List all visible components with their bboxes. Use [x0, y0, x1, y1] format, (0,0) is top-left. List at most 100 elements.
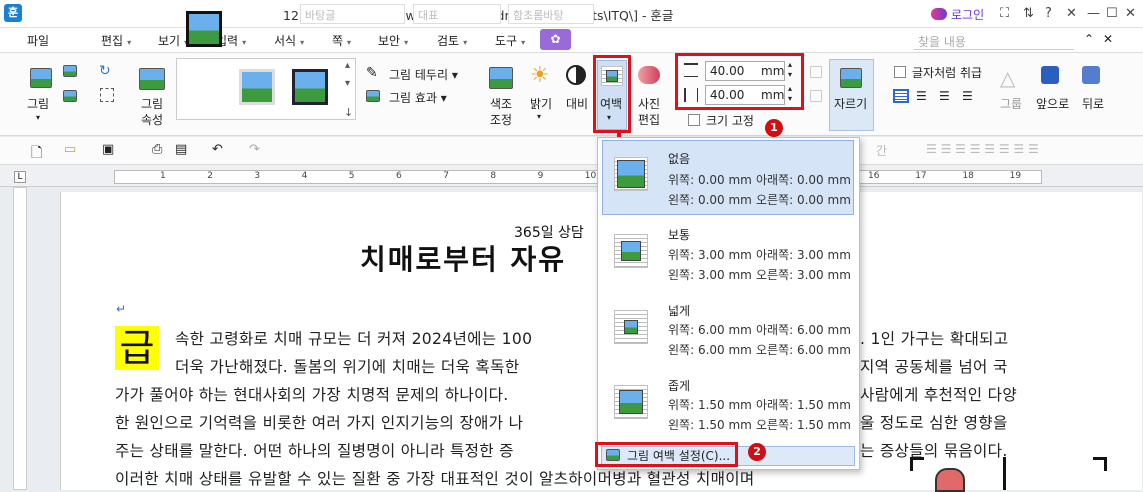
photo-edit-label[interactable]: 사진 편집 — [637, 96, 661, 128]
size-reset-icon[interactable] — [810, 90, 822, 102]
margin-normal-right: 오른쪽: 3.00 mm — [756, 268, 851, 282]
effect-button[interactable]: 그림 효과 ▾ — [389, 89, 447, 106]
bring-front-icon[interactable] — [1041, 66, 1059, 84]
ruler-number: 6 — [396, 171, 402, 181]
brightness-icon[interactable]: ☀ — [530, 63, 550, 88]
inserted-picture[interactable] — [935, 468, 965, 492]
send-back-label[interactable]: 뒤로 — [1082, 96, 1104, 112]
menu-file[interactable]: 파일 — [27, 32, 49, 49]
group-label[interactable]: 그룹 — [1000, 96, 1022, 112]
picture-tab-icon[interactable]: ✿ — [540, 29, 571, 50]
treat-as-char-label: 글자처럼 취급 — [912, 66, 983, 80]
preview-icon[interactable]: ▤ — [175, 142, 187, 157]
menu-security[interactable]: 보안 ▾ — [378, 32, 408, 49]
font-select[interactable]: 함초롬바탕 — [508, 4, 594, 24]
rotate-icon[interactable]: ↻ — [99, 63, 111, 79]
new-doc-icon[interactable]: 🗋 — [31, 142, 42, 166]
print-icon[interactable]: ⎙ — [152, 142, 162, 157]
redo-icon[interactable]: ↷ — [249, 142, 260, 157]
vertical-ruler — [13, 187, 27, 490]
open-folder-icon[interactable]: ▭ — [64, 142, 76, 157]
menu-review[interactable]: 검토 ▾ — [437, 32, 467, 49]
menu-edit[interactable]: 편집 ▾ — [101, 32, 131, 49]
picture-small-icon[interactable] — [63, 65, 77, 77]
picture-label[interactable]: 그림 — [27, 96, 49, 112]
menu-page[interactable]: 쪽 ▾ — [332, 32, 351, 49]
picture-handle-tl[interactable] — [910, 457, 924, 471]
crop-label: 자르기 — [834, 97, 868, 111]
contrast-icon[interactable] — [566, 65, 586, 85]
border-pen-icon[interactable]: ✎ — [366, 65, 378, 81]
menu-view[interactable]: 보기▾ — [158, 32, 188, 49]
effect-icon[interactable] — [366, 90, 380, 102]
wrap-behind-icon[interactable]: ☰ — [939, 89, 950, 103]
step-badge-1: 1 — [765, 119, 783, 137]
ruler-corner-icon[interactable]: L — [14, 171, 26, 183]
margin-none-right: 오른쪽: 0.00 mm — [756, 193, 851, 207]
style-thumb-3[interactable] — [292, 69, 328, 105]
color-adjust-icon[interactable] — [489, 67, 513, 89]
save-icon[interactable]: ▣ — [102, 142, 114, 157]
fullscreen-icon[interactable]: ⛶ — [1000, 6, 1009, 21]
contrast-label[interactable]: 대비 — [566, 96, 588, 112]
picture-props-icon[interactable] — [139, 68, 165, 90]
select-icon[interactable] — [100, 88, 114, 102]
ruler-number: 1 — [160, 171, 166, 181]
style-select[interactable]: 바탕글 — [300, 4, 405, 24]
style-thumb-1[interactable] — [186, 11, 222, 47]
insert-picture-icon[interactable] — [30, 68, 52, 88]
photo-edit-icon[interactable] — [638, 66, 660, 84]
maximize-button[interactable]: ☐ — [1106, 6, 1118, 21]
border-button[interactable]: 그림 테두리 ▾ — [389, 66, 458, 83]
color-adjust-label[interactable]: 색조 조정 — [489, 96, 513, 128]
brightness-label[interactable]: 밝기 — [530, 96, 552, 112]
menu-format[interactable]: 서식 ▾ — [274, 32, 304, 49]
send-back-icon[interactable] — [1082, 66, 1100, 84]
bring-front-label[interactable]: 앞으로 — [1036, 96, 1069, 112]
group-icon[interactable]: △ — [1000, 66, 1015, 90]
wrap-square-icon[interactable] — [893, 89, 909, 103]
style-thumb-2[interactable] — [239, 69, 275, 105]
picture-group-icon[interactable] — [63, 90, 77, 102]
picture-handle-top[interactable] — [1003, 457, 1006, 490]
menu-tools[interactable]: 도구 ▾ — [495, 32, 525, 49]
help-icon[interactable]: ? — [1045, 6, 1052, 21]
ruler-number: 9 — [537, 171, 544, 181]
margin-narrow-right: 오른쪽: 1.50 mm — [756, 418, 851, 432]
undo-icon[interactable]: ↶ — [212, 142, 223, 157]
minimize-button[interactable]: — — [1087, 6, 1100, 21]
login-icon[interactable] — [931, 8, 947, 20]
ruler-body — [114, 170, 1042, 184]
char-shape-icon[interactable]: 간 — [876, 142, 887, 159]
margin-normal-name: 보통 — [668, 228, 691, 242]
picture-props-label[interactable]: 그림 속성 — [140, 96, 164, 128]
login-link[interactable]: 로그인 — [951, 6, 984, 23]
chevron-down-icon[interactable]: ▾ — [537, 112, 541, 121]
margin-none-top: 위쪽: 0.00 mm — [668, 173, 752, 187]
wrap-top-bottom-icon[interactable]: ☰ — [916, 89, 927, 103]
ruler-number: 18 — [962, 171, 974, 181]
gallery-more-icon[interactable]: ↓ — [344, 106, 353, 119]
collapse-ribbon-icon[interactable]: ⌃ — [1084, 32, 1094, 46]
body-line-6: 이러한 치매 상태를 유발할 수 있는 질환 중 가장 대표적인 것이 알츠하이… — [115, 470, 755, 488]
close-tab-icon[interactable]: ✕ — [1103, 32, 1113, 46]
align-icons[interactable]: ☰ ☰ ☰ ☰ ☰ ☰ ☰ ☰ — [926, 142, 1039, 156]
size-lock-icon[interactable] — [810, 66, 822, 78]
swap-icon[interactable]: ⇅ — [1023, 6, 1034, 21]
picture-handle-tr[interactable] — [1093, 457, 1107, 471]
chevron-down-icon[interactable]: ▾ — [36, 113, 40, 122]
para-style-select[interactable]: 대표 — [413, 4, 501, 24]
gallery-up-icon[interactable]: ▴ — [345, 60, 350, 71]
fix-size-checkbox[interactable] — [688, 114, 700, 126]
close-doc-icon[interactable]: ✕ — [1066, 6, 1077, 21]
body-line-5b: 는 증상들의 묶음이다. — [860, 442, 1008, 460]
close-button[interactable]: ✕ — [1125, 6, 1136, 21]
ruler-number: 17 — [915, 171, 927, 181]
margin-narrow-top: 위쪽: 1.50 mm — [668, 398, 752, 412]
wrap-front-icon[interactable]: ☰ — [962, 89, 973, 103]
app-logo-icon: 훈 — [4, 4, 22, 22]
body-line-1b: . 1인 가구는 확대되고 — [860, 330, 1009, 348]
search-placeholder: 찾을 내용 — [918, 35, 966, 49]
treat-as-char-checkbox[interactable] — [894, 66, 906, 78]
gallery-down-icon[interactable]: ▾ — [345, 78, 350, 89]
